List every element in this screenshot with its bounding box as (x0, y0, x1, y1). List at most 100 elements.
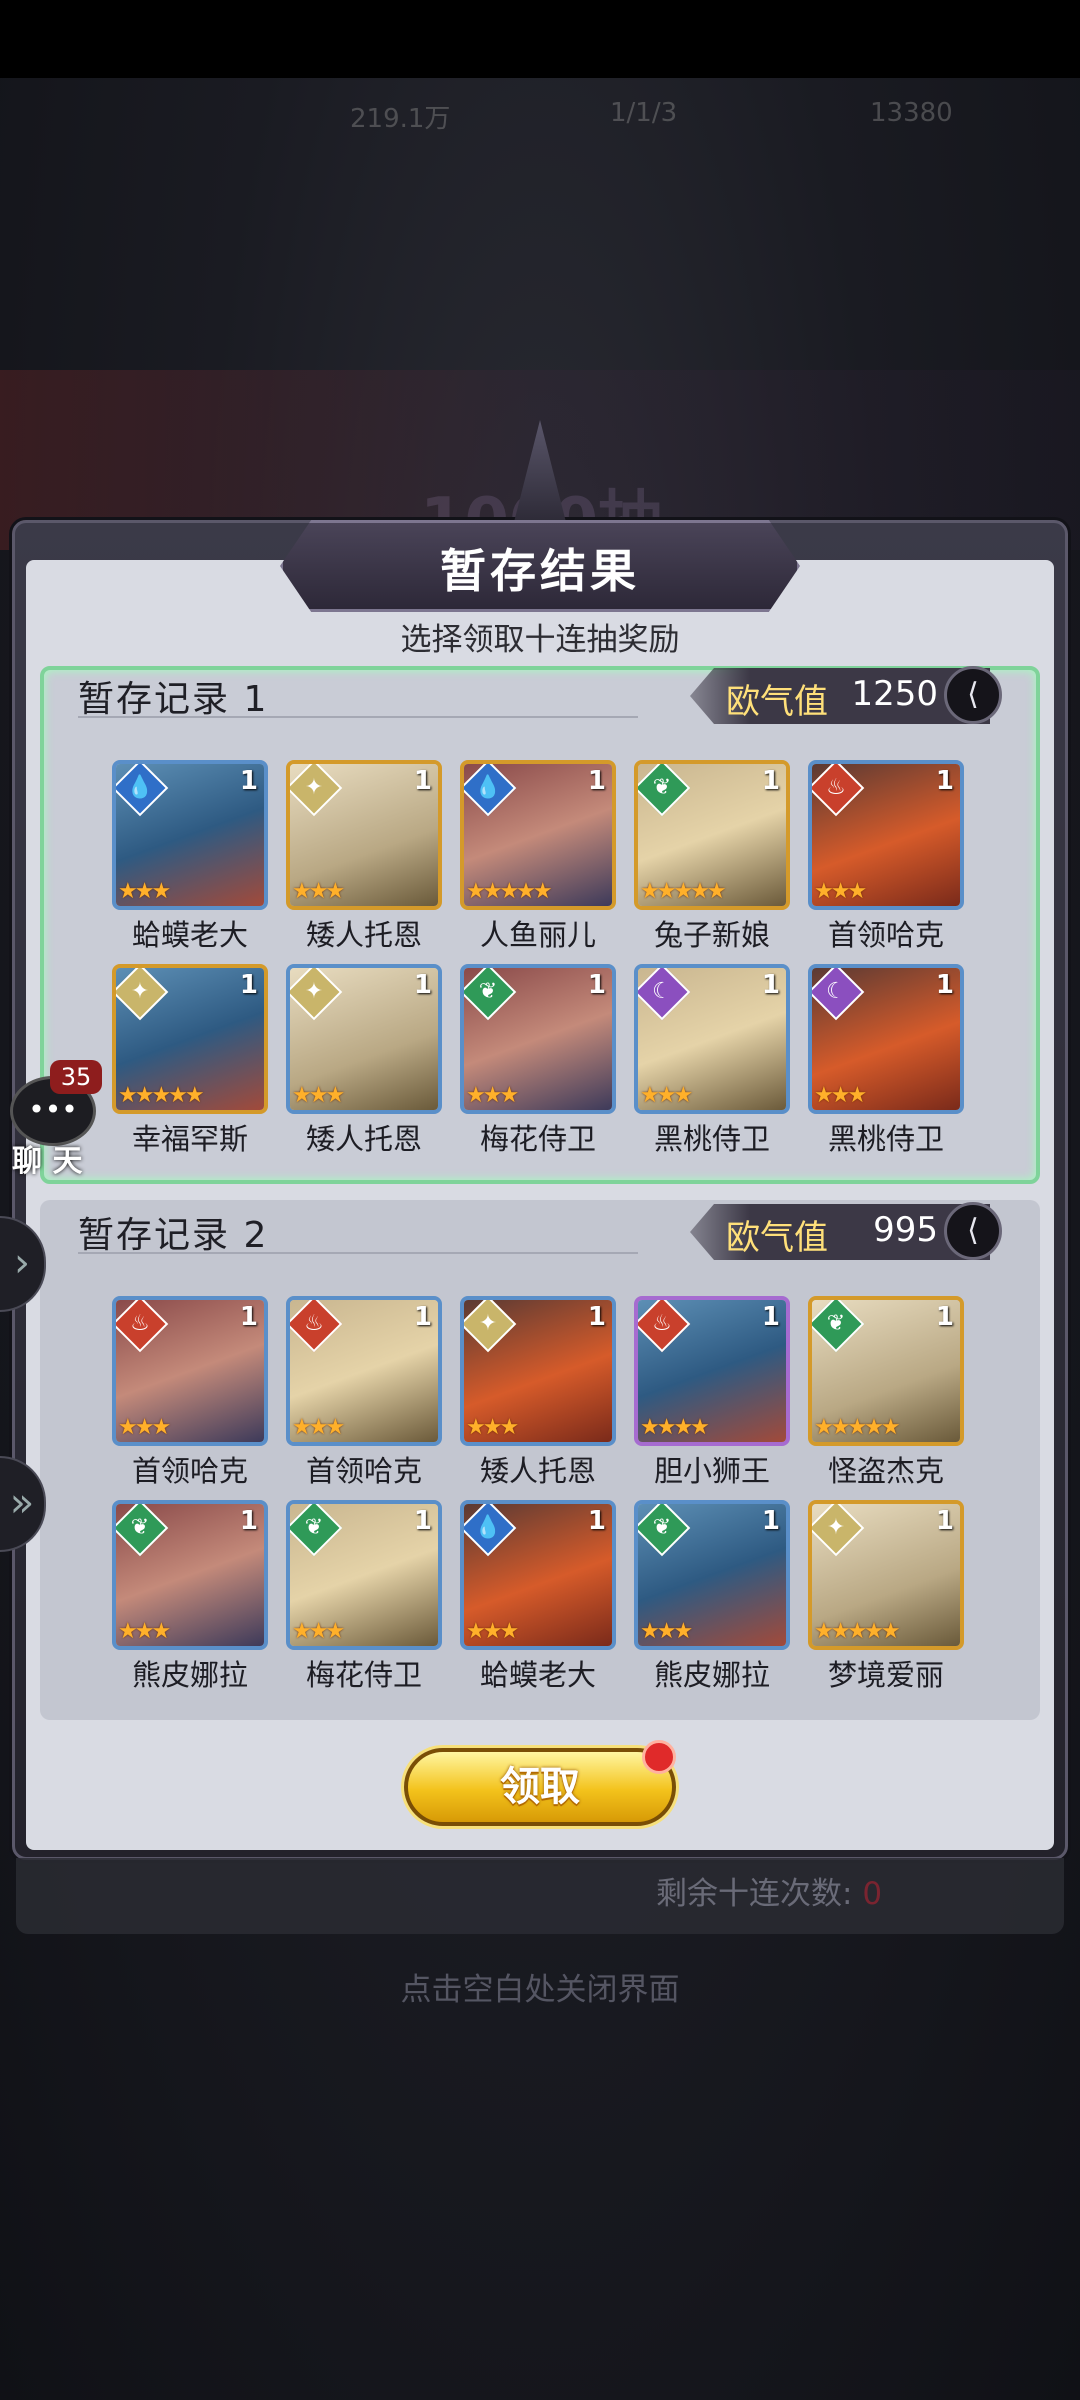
hero-card[interactable]: ❦ 1 ★★★ (460, 964, 616, 1114)
hero-card[interactable]: ♨ 1 ★★★ (112, 1296, 268, 1446)
hero-name: 蛤蟆老大 (131, 918, 248, 952)
game-screen[interactable]: 219.1万 1/1/3 13380 1000抽 暂存结果 选择领取十连抽奖励 … (0, 0, 1080, 2400)
hero-card[interactable]: ❦ 1 ★★★ (112, 1500, 268, 1650)
hero-name: 怪盗杰克 (827, 1454, 944, 1488)
top-hud: 219.1万 1/1/3 13380 (0, 78, 1080, 148)
status-bar (0, 0, 1080, 78)
hero-card[interactable]: 💧 1 ★★★★★ (460, 760, 616, 910)
hero-card[interactable]: ✦ 1 ★★★★★ (808, 1500, 964, 1650)
bottom-info-bar (16, 1858, 1064, 1934)
hero-stars: ★★★ (640, 1619, 693, 1644)
record-1-title: 暂存记录 1 (78, 679, 269, 720)
hero-stars: ★★★ (292, 1619, 345, 1644)
hero-card[interactable]: ♨ 1 ★★★ (286, 1296, 442, 1446)
record-2-share-icon[interactable]: ⟨ (944, 1202, 1002, 1260)
remaining-draws: 剩余十连次数: 0 (656, 1868, 882, 1913)
hero-stars: ★★★ (292, 879, 345, 904)
hero-name: 幸福罕斯 (131, 1122, 248, 1156)
hero-name: 矮人托恩 (305, 918, 422, 952)
hero-level: 1 (935, 970, 954, 1000)
hero-level: 1 (761, 1506, 780, 1536)
hero-level: 1 (413, 1302, 432, 1332)
hero-stars: ★★★★★ (466, 879, 553, 904)
hero-level: 1 (413, 1506, 432, 1536)
hero-level: 1 (239, 1302, 258, 1332)
hero-stars: ★★★ (814, 879, 867, 904)
hero-stars: ★★★★★ (814, 1619, 901, 1644)
remaining-draws-value: 0 (862, 1876, 883, 1912)
hero-level: 1 (239, 766, 258, 796)
hero-level: 1 (761, 970, 780, 1000)
dialog-title: 暂存结果 (440, 544, 640, 598)
record-1-share-icon[interactable]: ⟨ (944, 666, 1002, 724)
hero-card[interactable]: ❦ 1 ★★★ (286, 1500, 442, 1650)
hero-card[interactable]: ♨ 1 ★★★★ (634, 1296, 790, 1446)
hero-level: 1 (239, 1506, 258, 1536)
hero-level: 1 (587, 766, 606, 796)
hero-stars: ★★★★★ (640, 879, 727, 904)
hero-level: 1 (935, 1506, 954, 1536)
hero-level: 1 (587, 1302, 606, 1332)
hero-stars: ★★★★★ (814, 1415, 901, 1440)
hero-card[interactable]: ❦ 1 ★★★★★ (808, 1296, 964, 1446)
hero-level: 1 (761, 766, 780, 796)
hero-stars: ★★★★★ (118, 1083, 205, 1108)
hero-name: 熊皮娜拉 (131, 1658, 248, 1692)
remaining-draws-label: 剩余十连次数: (656, 1876, 853, 1912)
hero-stars: ★★★ (466, 1083, 519, 1108)
record-2-divider (78, 1252, 638, 1254)
hero-name: 梅花侍卫 (479, 1122, 596, 1156)
hero-stars: ★★★ (118, 1415, 171, 1440)
stamina-value: 1/1/3 (610, 98, 678, 128)
hero-name: 黑桃侍卫 (653, 1122, 770, 1156)
hero-stars: ★★★ (814, 1083, 867, 1108)
gems-value: 13380 (870, 98, 953, 128)
hero-level: 1 (935, 766, 954, 796)
hero-card[interactable]: ✦ 1 ★★★★★ (112, 964, 268, 1114)
record-2-title: 暂存记录 2 (78, 1215, 269, 1256)
hero-level: 1 (413, 970, 432, 1000)
hero-name: 人鱼丽儿 (479, 918, 596, 952)
hero-card[interactable]: ✦ 1 ★★★ (286, 760, 442, 910)
hero-name: 首领哈克 (305, 1454, 422, 1488)
hero-name: 熊皮娜拉 (653, 1658, 770, 1692)
hero-stars: ★★★ (118, 1619, 171, 1644)
hero-name: 矮人托恩 (305, 1122, 422, 1156)
record-2-luck-value: 995 (873, 1210, 938, 1250)
chat-button[interactable]: ••• 35 聊 天 (4, 1060, 102, 1179)
record-2-luck-label: 欧气值 (726, 1218, 828, 1258)
hero-card[interactable]: ✦ 1 ★★★ (460, 1296, 616, 1446)
dialog-subtitle: 选择领取十连抽奖励 (400, 622, 680, 658)
hero-stars: ★★★ (292, 1415, 345, 1440)
hero-stars: ★★★ (292, 1083, 345, 1108)
hero-level: 1 (935, 1302, 954, 1332)
hero-name: 梅花侍卫 (305, 1658, 422, 1692)
hero-name: 兔子新娘 (653, 918, 770, 952)
hero-card[interactable]: ❦ 1 ★★★★★ (634, 760, 790, 910)
record-1-luck-value: 1250 (851, 674, 938, 714)
hero-name: 黑桃侍卫 (827, 1122, 944, 1156)
hero-card[interactable]: ♨ 1 ★★★ (808, 760, 964, 910)
power-value: 219.1万 (350, 104, 451, 134)
hero-level: 1 (761, 1302, 780, 1332)
chat-unread-badge: 35 (50, 1060, 102, 1094)
hero-card[interactable]: 💧 1 ★★★ (112, 760, 268, 910)
hero-stars: ★★★ (118, 879, 171, 904)
close-hint[interactable]: 点击空白处关闭界面 (0, 1964, 1080, 2009)
hero-name: 首领哈克 (827, 918, 944, 952)
hero-level: 1 (587, 970, 606, 1000)
hero-level: 1 (587, 1506, 606, 1536)
hero-stars: ★★★ (466, 1619, 519, 1644)
hero-card[interactable]: ✦ 1 ★★★ (286, 964, 442, 1114)
hero-name: 梦境爱丽 (827, 1658, 944, 1692)
record-1-divider (78, 716, 638, 718)
hero-card[interactable]: ☾ 1 ★★★ (808, 964, 964, 1114)
hero-card[interactable]: ❦ 1 ★★★ (634, 1500, 790, 1650)
hero-name: 胆小狮王 (653, 1454, 770, 1488)
hero-name: 蛤蟆老大 (479, 1658, 596, 1692)
chat-label: 聊 天 (12, 1144, 83, 1179)
hero-level: 1 (239, 970, 258, 1000)
claim-button[interactable]: 领取 (404, 1748, 676, 1826)
hero-card[interactable]: 💧 1 ★★★ (460, 1500, 616, 1650)
hero-card[interactable]: ☾ 1 ★★★ (634, 964, 790, 1114)
